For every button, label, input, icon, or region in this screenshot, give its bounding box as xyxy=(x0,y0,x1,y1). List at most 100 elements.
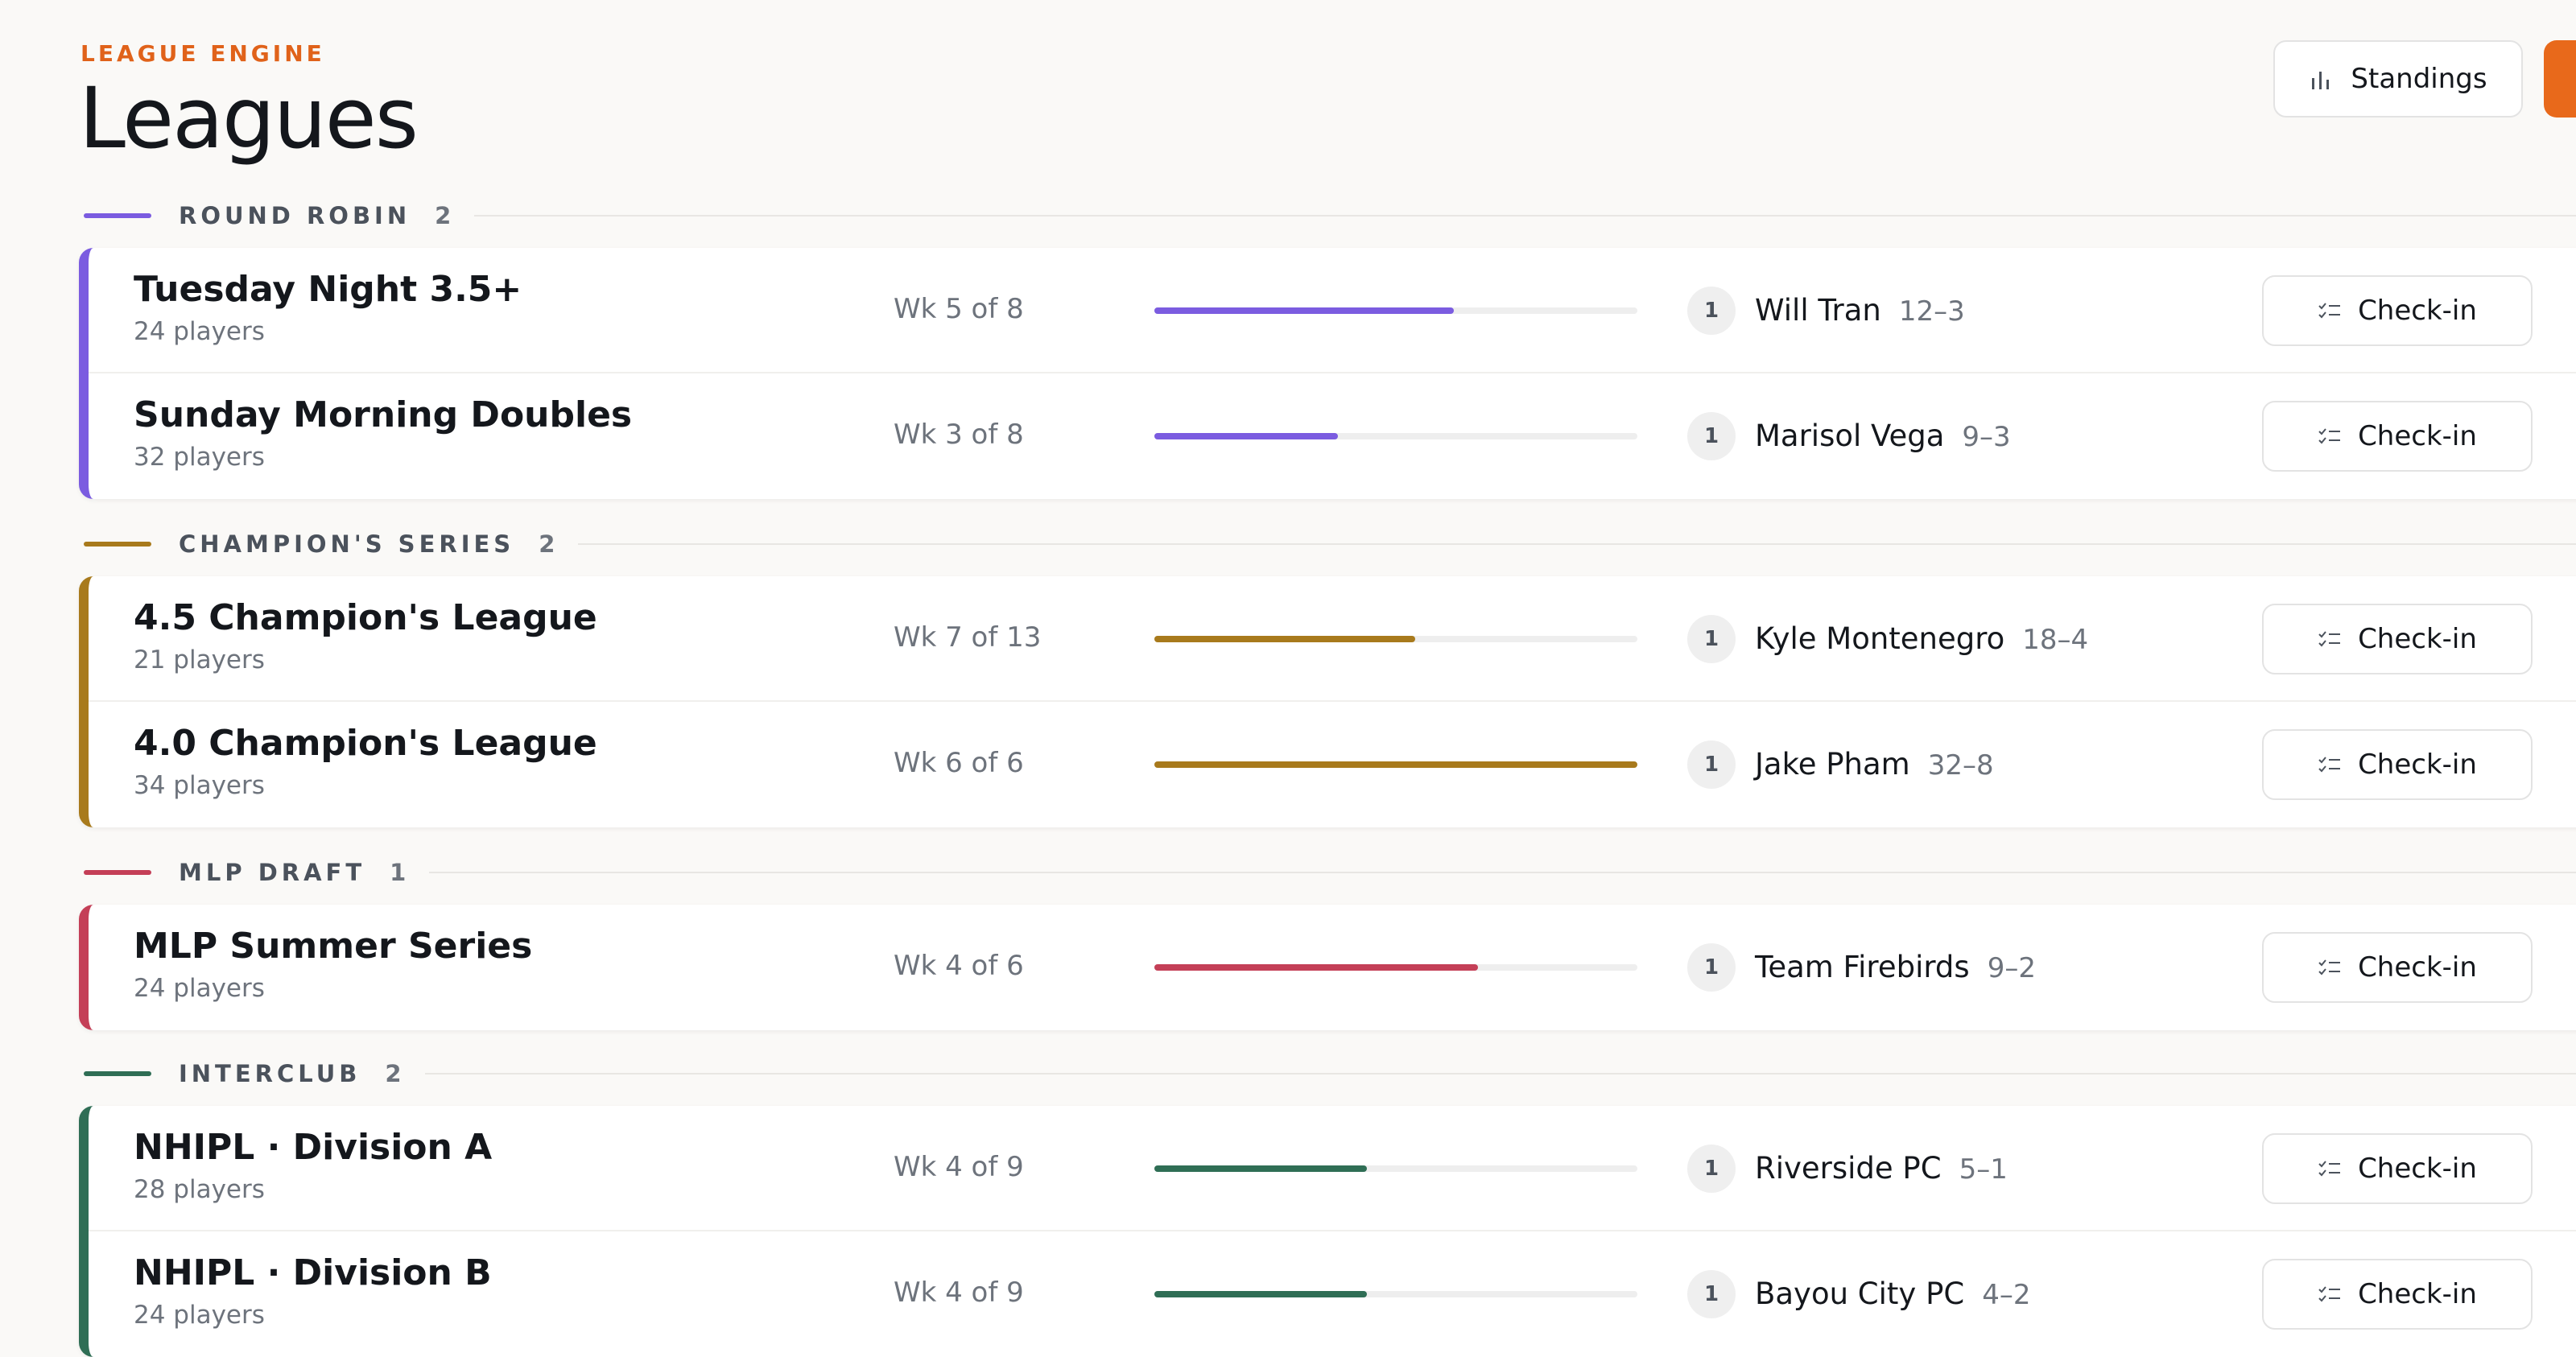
rank-badge: 1 xyxy=(1687,287,1736,335)
leader-name: Bayou City PC xyxy=(1755,1277,1965,1311)
league-row[interactable]: 4.5 Champion's League 21 players Wk 7 of… xyxy=(89,576,2576,702)
group-count: 2 xyxy=(435,202,454,229)
leader-record: 12–3 xyxy=(1898,295,1965,328)
league-row[interactable]: 4.0 Champion's League 34 players Wk 6 of… xyxy=(89,702,2576,827)
group-color-swatch xyxy=(84,213,151,218)
group-count: 2 xyxy=(539,530,558,558)
standings-label: Standings xyxy=(2351,63,2487,95)
season-progress-bar xyxy=(1154,307,1637,314)
progress-fill xyxy=(1154,1165,1367,1172)
progress-fill xyxy=(1154,964,1478,971)
leader-info: Bayou City PC 4–2 xyxy=(1755,1277,2031,1311)
bar-chart-icon xyxy=(2312,72,2330,89)
leader-name: Jake Pham xyxy=(1755,747,1910,782)
league-row[interactable]: Tuesday Night 3.5+ 24 players Wk 5 of 8 … xyxy=(89,248,2576,373)
progress-fill xyxy=(1154,433,1338,439)
progress-fill xyxy=(1154,1291,1367,1297)
group-color-swatch xyxy=(84,542,151,547)
season-progress-bar xyxy=(1154,636,1637,642)
league-name: 4.5 Champion's League xyxy=(134,597,597,638)
check-in-label: Check-in xyxy=(2358,623,2477,655)
week-label: Wk 3 of 8 xyxy=(894,419,1024,451)
group-name: INTERCLUB xyxy=(179,1060,361,1087)
leader-info: Will Tran 12–3 xyxy=(1755,293,1965,328)
check-in-button[interactable]: Check-in xyxy=(2262,729,2533,800)
week-label: Wk 5 of 8 xyxy=(894,293,1024,325)
leader-name: Marisol Vega xyxy=(1755,419,1945,453)
league-row[interactable]: NHIPL · Division A 28 players Wk 4 of 9 … xyxy=(89,1106,2576,1231)
week-label: Wk 4 of 9 xyxy=(894,1277,1024,1309)
progress-fill xyxy=(1154,761,1637,768)
league-name: MLP Summer Series xyxy=(134,926,533,967)
league-row[interactable]: Sunday Morning Doubles 32 players Wk 3 o… xyxy=(89,373,2576,499)
player-count: 24 players xyxy=(134,974,265,1003)
checklist-icon xyxy=(2318,631,2341,647)
group-divider xyxy=(578,543,2576,545)
league-card-round-robin: Tuesday Night 3.5+ 24 players Wk 5 of 8 … xyxy=(79,248,2576,499)
check-in-label: Check-in xyxy=(2358,1278,2477,1310)
league-card-champions-series: 4.5 Champion's League 21 players Wk 7 of… xyxy=(79,576,2576,827)
rank-badge: 1 xyxy=(1687,615,1736,663)
group-count: 2 xyxy=(385,1060,404,1087)
primary-action-button[interactable] xyxy=(2544,40,2576,118)
checklist-icon xyxy=(2318,757,2341,773)
league-name: Tuesday Night 3.5+ xyxy=(134,269,522,310)
leader-record: 18–4 xyxy=(2022,624,2089,656)
player-count: 21 players xyxy=(134,646,265,674)
group-name: MLP DRAFT xyxy=(179,859,366,886)
rank-badge: 1 xyxy=(1687,943,1736,992)
league-card-mlp-draft: MLP Summer Series 24 players Wk 4 of 6 1… xyxy=(79,905,2576,1030)
group-color-swatch xyxy=(84,1071,151,1076)
check-in-button[interactable]: Check-in xyxy=(2262,1133,2533,1204)
check-in-button[interactable]: Check-in xyxy=(2262,275,2533,346)
group-header-champions-series: CHAMPION'S SERIES 2 xyxy=(84,528,2576,560)
check-in-label: Check-in xyxy=(2358,1153,2477,1185)
group-divider xyxy=(474,215,2576,217)
standings-button[interactable]: Standings xyxy=(2273,40,2523,118)
rank-badge: 1 xyxy=(1687,740,1736,789)
check-in-button[interactable]: Check-in xyxy=(2262,932,2533,1003)
group-name: CHAMPION'S SERIES xyxy=(179,530,515,558)
group-count: 1 xyxy=(390,859,409,886)
check-in-label: Check-in xyxy=(2358,420,2477,452)
group-header-mlp-draft: MLP DRAFT 1 xyxy=(84,856,2576,889)
leader-record: 9–3 xyxy=(1962,421,2011,453)
eyebrow-label: LEAGUE ENGINE xyxy=(80,40,325,67)
league-name: NHIPL · Division B xyxy=(134,1252,492,1293)
leader-info: Marisol Vega 9–3 xyxy=(1755,419,2011,453)
checklist-icon xyxy=(2318,1161,2341,1177)
checklist-icon xyxy=(2318,303,2341,319)
check-in-label: Check-in xyxy=(2358,951,2477,984)
season-progress-bar xyxy=(1154,761,1637,768)
group-header-round-robin: ROUND ROBIN 2 xyxy=(84,200,2576,232)
leader-name: Kyle Montenegro xyxy=(1755,621,2005,656)
group-divider xyxy=(424,1073,2576,1074)
league-name: 4.0 Champion's League xyxy=(134,723,597,764)
leader-record: 4–2 xyxy=(1982,1279,2031,1311)
leader-info: Team Firebirds 9–2 xyxy=(1755,950,2036,984)
checklist-icon xyxy=(2318,428,2341,444)
week-label: Wk 4 of 9 xyxy=(894,1151,1024,1183)
leader-info: Jake Pham 32–8 xyxy=(1755,747,1994,782)
player-count: 28 players xyxy=(134,1175,265,1204)
league-row[interactable]: MLP Summer Series 24 players Wk 4 of 6 1… xyxy=(89,905,2576,1030)
leader-record: 9–2 xyxy=(1987,952,2036,984)
check-in-label: Check-in xyxy=(2358,749,2477,781)
check-in-button[interactable]: Check-in xyxy=(2262,604,2533,674)
group-color-swatch xyxy=(84,870,151,875)
league-name: NHIPL · Division A xyxy=(134,1127,493,1168)
check-in-button[interactable]: Check-in xyxy=(2262,1259,2533,1330)
rank-badge: 1 xyxy=(1687,412,1736,460)
checklist-icon xyxy=(2318,1286,2341,1302)
league-name: Sunday Morning Doubles xyxy=(134,394,633,435)
leader-info: Riverside PC 5–1 xyxy=(1755,1151,2008,1186)
progress-fill xyxy=(1154,636,1415,642)
leader-info: Kyle Montenegro 18–4 xyxy=(1755,621,2088,656)
league-row[interactable]: NHIPL · Division B 24 players Wk 4 of 9 … xyxy=(89,1231,2576,1357)
player-count: 32 players xyxy=(134,443,265,472)
group-name: ROUND ROBIN xyxy=(179,202,411,229)
week-label: Wk 4 of 6 xyxy=(894,950,1024,982)
check-in-button[interactable]: Check-in xyxy=(2262,401,2533,472)
page-title: Leagues xyxy=(79,69,419,167)
season-progress-bar xyxy=(1154,1291,1637,1297)
